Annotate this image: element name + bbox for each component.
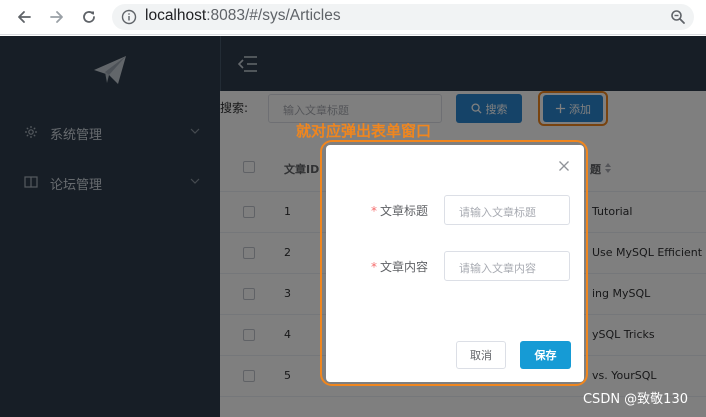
info-icon[interactable] [121,9,137,25]
title-input[interactable]: 请输入文章标题 [444,195,570,225]
arrow-right-icon [50,11,63,23]
reload-icon [83,11,95,23]
cancel-button[interactable]: 取消 [456,341,506,369]
title-label-text: 文章标题 [380,204,429,218]
zoom-icon[interactable] [670,9,686,25]
arrow-left-icon [18,11,31,23]
watermark: CSDN @致敬130 [582,392,688,407]
content-field-label: * 文章内容 [371,258,428,275]
reload-button[interactable] [79,7,99,27]
required-star: * [371,204,377,218]
title-field-label: * 文章标题 [371,202,428,219]
save-button[interactable]: 保存 [520,341,571,369]
url-host: localhost [145,7,207,24]
forward-button[interactable] [47,7,67,27]
url-text: localhost:8083/#/sys/Articles [145,7,341,25]
content-input[interactable]: 请输入文章内容 [444,251,570,281]
content-label-text: 文章内容 [380,260,429,274]
article-form-dialog: * 文章标题 请输入文章标题 * 文章内容 请输入文章内容 取消 保存 [326,145,584,382]
app: 搜索: 输入文章标题 搜索 添加 [0,36,706,417]
browser-toolbar: localhost:8083/#/sys/Articles [0,0,706,35]
required-star: * [371,260,377,274]
annotation-text: 就对应弹出表单窗口 [296,122,432,140]
url-path: :8083/#/sys/Articles [206,7,341,24]
close-icon[interactable] [558,160,570,172]
screenshot: localhost:8083/#/sys/Articles 搜索: 输入文章标题 [0,0,706,417]
address-bar[interactable]: localhost:8083/#/sys/Articles [112,4,694,30]
back-button[interactable] [14,7,34,27]
